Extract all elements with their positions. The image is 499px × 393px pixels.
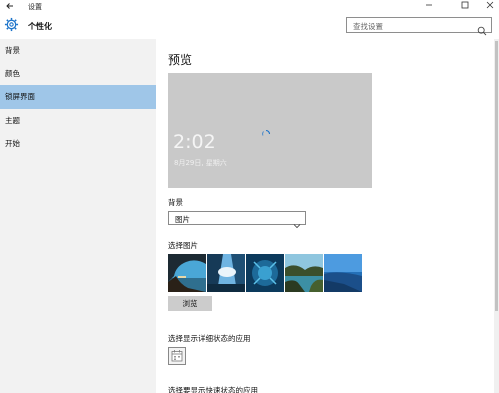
chevron-down-icon xyxy=(293,215,301,229)
detailed-status-app-button[interactable] xyxy=(168,347,186,365)
sidebar-item-lock-screen[interactable]: 锁屏界面 xyxy=(0,85,156,109)
picture-thumb-underwater[interactable] xyxy=(246,254,284,292)
page-title: 个性化 xyxy=(28,22,52,31)
gear-icon xyxy=(4,17,19,32)
scrollbar-thumb[interactable] xyxy=(495,41,498,311)
search-icon[interactable] xyxy=(477,21,487,36)
picture-thumb-beach-cave[interactable] xyxy=(168,254,206,292)
lock-screen-preview: 2:02 8月29日, 星期六 xyxy=(168,73,372,188)
sidebar-item-colors[interactable]: 颜色 xyxy=(0,62,156,86)
main-content: 预览 2:02 8月29日, 星期六 背景 图片 选择图片 浏览 选择显示详细状… xyxy=(156,39,499,393)
picture-thumb-lake-rocks[interactable] xyxy=(285,254,323,292)
background-dropdown[interactable]: 图片 xyxy=(168,211,306,229)
background-dropdown-value: 图片 xyxy=(175,215,190,224)
sidebar-item-start[interactable]: 开始 xyxy=(0,132,156,156)
preview-heading: 预览 xyxy=(168,53,193,67)
choose-picture-label: 选择图片 xyxy=(168,241,198,250)
scrollbar[interactable] xyxy=(494,39,499,393)
picture-thumb-sky-window[interactable] xyxy=(207,254,245,292)
settings-header: 个性化 查找设置 xyxy=(0,13,499,39)
maximize-button[interactable] xyxy=(451,0,479,13)
sidebar: 背景 颜色 锁屏界面 主题 开始 xyxy=(0,39,156,393)
preview-date: 8月29日, 星期六 xyxy=(174,159,227,167)
preview-time: 2:02 xyxy=(173,131,216,153)
calendar-icon xyxy=(171,350,183,362)
close-button[interactable] xyxy=(476,0,499,13)
minimize-button[interactable] xyxy=(415,0,443,13)
back-arrow-icon[interactable] xyxy=(4,1,16,12)
search-placeholder: 查找设置 xyxy=(353,22,383,31)
picture-thumb-sea-horizon[interactable] xyxy=(324,254,362,292)
quick-status-label: 选择要显示快速状态的应用 xyxy=(168,386,258,393)
window-title: 设置 xyxy=(28,3,42,11)
browse-button[interactable]: 浏览 xyxy=(168,296,212,311)
loading-spinner-icon xyxy=(261,124,271,136)
background-label: 背景 xyxy=(168,198,183,207)
detailed-status-label: 选择显示详细状态的应用 xyxy=(168,334,251,343)
title-bar: 设置 xyxy=(0,0,499,13)
sidebar-item-background[interactable]: 背景 xyxy=(0,39,156,63)
search-input[interactable]: 查找设置 xyxy=(346,17,492,36)
sidebar-item-themes[interactable]: 主题 xyxy=(0,109,156,133)
